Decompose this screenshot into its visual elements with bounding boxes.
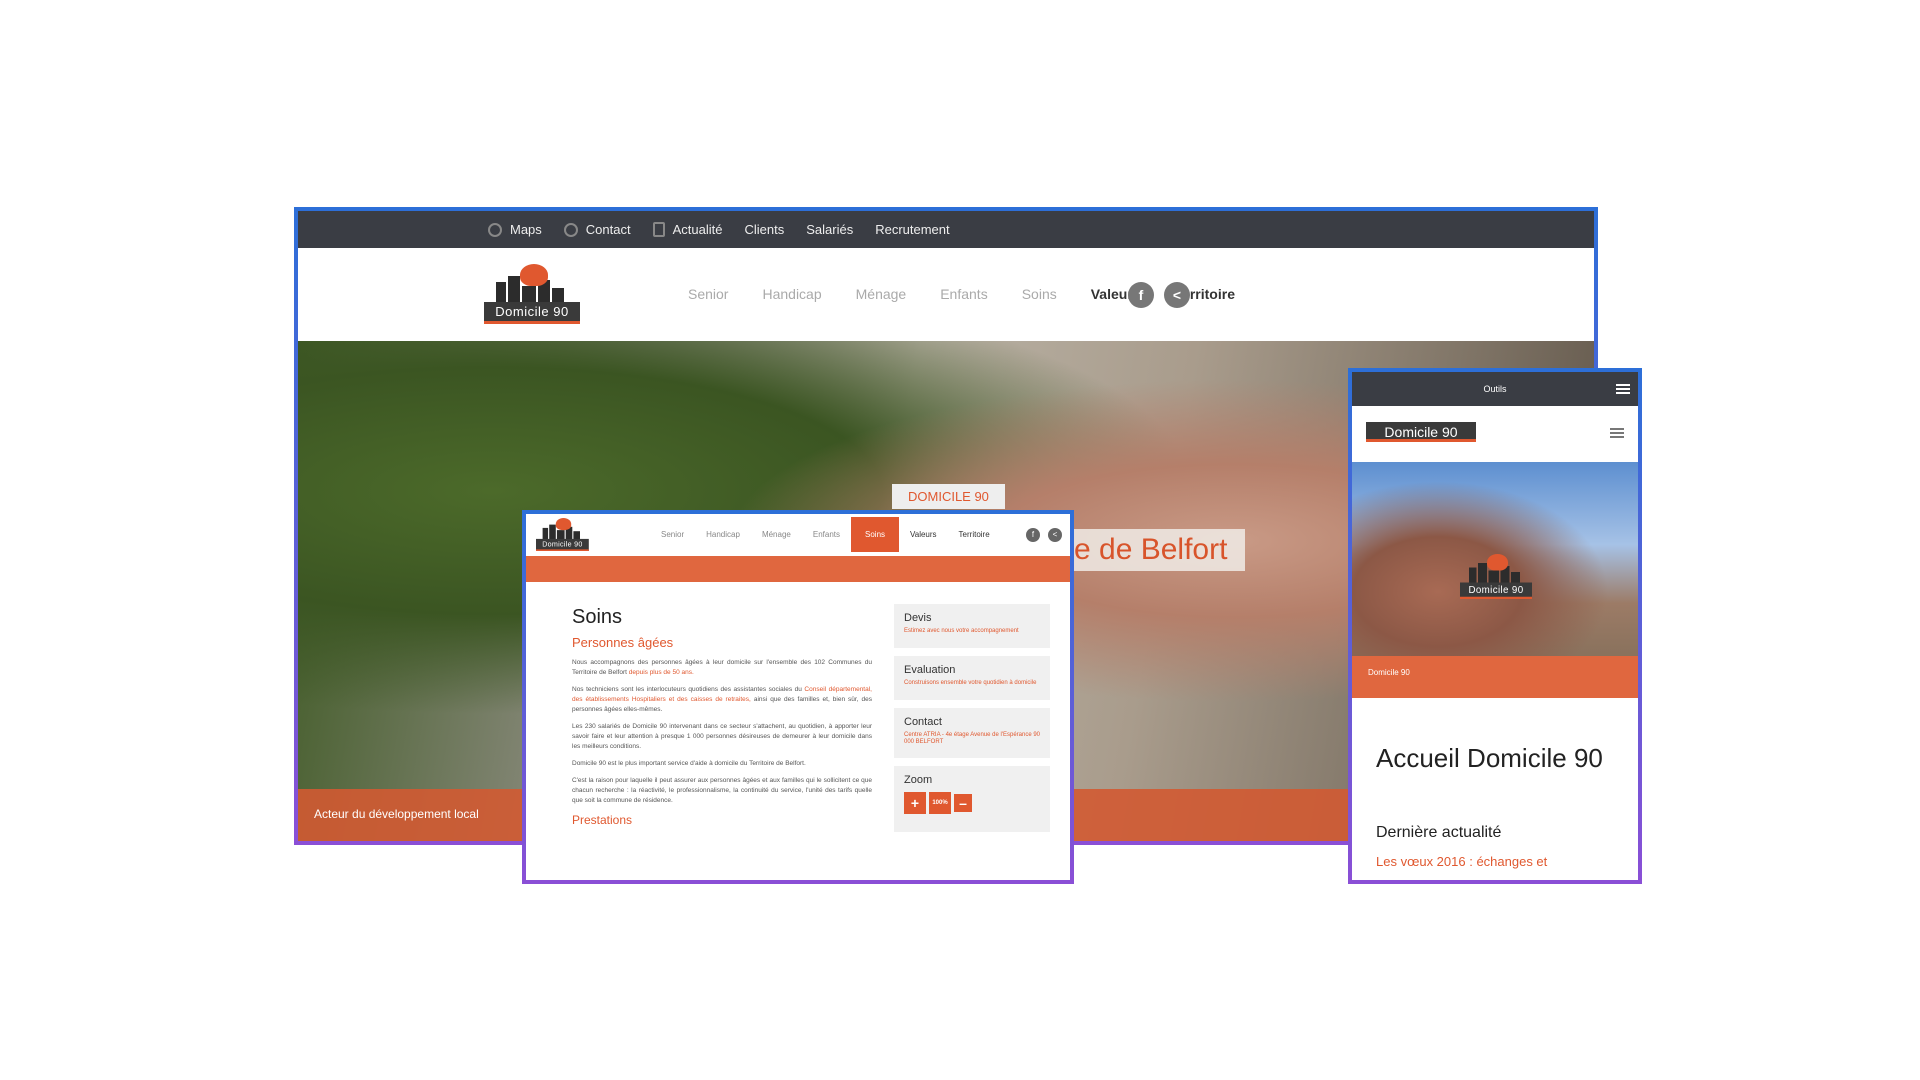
tablet-screenshot: Domicile 90 Senior Handicap Ménage Enfan… bbox=[522, 510, 1074, 884]
tnav-soins[interactable]: Soins bbox=[851, 517, 900, 552]
desktop-main-nav: Domicile 90 Senior Handicap Ménage Enfan… bbox=[298, 248, 1594, 341]
nav-handicap[interactable]: Handicap bbox=[762, 286, 821, 302]
topbar-clients[interactable]: Clients bbox=[744, 222, 784, 237]
hero-tag: DOMICILE 90 bbox=[892, 484, 1005, 509]
facebook-icon[interactable]: f bbox=[1128, 282, 1154, 308]
zoom-out-button[interactable]: – bbox=[954, 794, 972, 812]
paragraph-1: Nous accompagnons des personnes âgées à … bbox=[572, 658, 872, 678]
mobile-topbar: Outils bbox=[1352, 372, 1638, 406]
map-pin-icon bbox=[488, 222, 502, 237]
p1-text: Nous accompagnons des personnes âgées à … bbox=[572, 659, 872, 676]
mobile-news-link[interactable]: Les vœux 2016 : échanges et bbox=[1376, 854, 1547, 869]
logo-text: Domicile 90 bbox=[484, 302, 580, 324]
menu-icon[interactable] bbox=[1616, 384, 1630, 394]
nav-senior[interactable]: Senior bbox=[688, 286, 728, 302]
topbar-salaries[interactable]: Salariés bbox=[806, 222, 853, 237]
chat-icon bbox=[563, 222, 578, 237]
topbar-maps-label: Maps bbox=[510, 222, 542, 237]
topbar-contact-label: Contact bbox=[585, 222, 631, 237]
side-card-contact[interactable]: Contact Centre ATRIA - 4e étage Avenue d… bbox=[894, 708, 1050, 758]
page-title: Soins bbox=[572, 606, 623, 628]
tablet-logo[interactable]: Domicile 90 bbox=[536, 518, 589, 551]
share-icon[interactable]: < bbox=[1164, 282, 1190, 308]
heart-icon bbox=[1487, 554, 1508, 571]
tnav-territoire[interactable]: Territoire bbox=[948, 530, 1001, 552]
facebook-icon[interactable]: f bbox=[1026, 528, 1040, 542]
side-devis-sub: Estimez avec nous votre accompagnement bbox=[904, 628, 1019, 634]
side-evaluation-sub: Construisons ensemble votre quotidien à … bbox=[904, 680, 1037, 686]
mobile-hero-logo: Domicile 90 bbox=[1460, 554, 1532, 599]
tnav-menage[interactable]: Ménage bbox=[751, 530, 802, 552]
mobile-page-title: Accueil Domicile 90 bbox=[1376, 743, 1603, 773]
mobile-screenshot: Outils Domicile 90 Domicile 90 Domicile … bbox=[1348, 368, 1642, 884]
hero-title: re de Belfort bbox=[1058, 529, 1246, 571]
tnav-senior[interactable]: Senior bbox=[650, 530, 695, 552]
desktop-topbar: Maps Contact Actualité Clients Salariés … bbox=[298, 211, 1594, 248]
nav-soins[interactable]: Soins bbox=[1022, 286, 1057, 302]
topbar-contact[interactable]: Contact bbox=[563, 222, 631, 237]
zoom-reset-button[interactable]: 100% bbox=[929, 792, 951, 814]
tablet-logo-text: Domicile 90 bbox=[536, 538, 589, 551]
page-subtitle: Personnes âgées bbox=[572, 635, 674, 650]
paragraph-4: Domicile 90 est le plus important servic… bbox=[572, 760, 806, 767]
mobile-logo[interactable]: Domicile 90 bbox=[1366, 422, 1476, 442]
tablet-nav: Domicile 90 Senior Handicap Ménage Enfan… bbox=[526, 514, 1070, 556]
topbar-actualite-label: Actualité bbox=[672, 222, 723, 237]
side-card-zoom: Zoom +100% – bbox=[894, 766, 1050, 832]
mobile-header: Domicile 90 bbox=[1352, 406, 1638, 462]
side-contact-sub: Centre ATRIA - 4e étage Avenue de l'Espé… bbox=[904, 732, 1041, 745]
topbar-maps[interactable]: Maps bbox=[488, 222, 542, 237]
tnav-enfants[interactable]: Enfants bbox=[802, 530, 851, 552]
side-devis-title: Devis bbox=[904, 612, 932, 624]
paragraph-5: C'est la raison pour laquelle il peut as… bbox=[572, 777, 872, 804]
prestations-heading: Prestations bbox=[572, 813, 633, 827]
hamburger-icon[interactable] bbox=[1610, 428, 1624, 438]
mobile-hero-band: Domicile 90 bbox=[1352, 656, 1638, 698]
tnav-handicap[interactable]: Handicap bbox=[695, 530, 751, 552]
tablet-menu: Senior Handicap Ménage Enfants Soins Val… bbox=[650, 517, 1001, 552]
side-card-evaluation[interactable]: Evaluation Construisons ensemble votre q… bbox=[894, 656, 1050, 700]
heart-icon bbox=[520, 264, 548, 286]
zoom-title: Zoom bbox=[904, 774, 933, 786]
nav-enfants[interactable]: Enfants bbox=[940, 286, 987, 302]
mobile-band-text: Domicile 90 bbox=[1368, 668, 1410, 677]
side-evaluation-title: Evaluation bbox=[904, 664, 956, 676]
side-contact-title: Contact bbox=[904, 716, 942, 728]
paragraph-2: Nos techniciens sont les interlocuteurs … bbox=[572, 685, 872, 715]
tablet-content: Soins Personnes âgées Nous accompagnons … bbox=[572, 606, 872, 827]
nav-menage[interactable]: Ménage bbox=[856, 286, 907, 302]
mobile-hero-logo-text: Domicile 90 bbox=[1460, 582, 1532, 599]
mobile-hero: Domicile 90 Domicile 90 bbox=[1352, 462, 1638, 698]
tablet-band bbox=[526, 556, 1070, 582]
hero-band-text: Acteur du développement local bbox=[314, 807, 479, 821]
p1-highlight: depuis plus de 50 ans. bbox=[628, 669, 694, 676]
topbar-actualite[interactable]: Actualité bbox=[652, 222, 723, 237]
paragraph-3: Les 230 salariés de Domicile 90 interven… bbox=[572, 723, 872, 750]
p2-text: Nos techniciens sont les interlocuteurs … bbox=[572, 686, 802, 693]
heart-icon bbox=[555, 518, 572, 531]
outils-label[interactable]: Outils bbox=[1483, 384, 1506, 394]
zoom-in-button[interactable]: + bbox=[904, 792, 926, 814]
topbar-recrutement[interactable]: Recrutement bbox=[875, 222, 949, 237]
document-icon bbox=[652, 222, 665, 237]
share-icon[interactable]: < bbox=[1048, 528, 1062, 542]
domicile90-logo[interactable]: Domicile 90 bbox=[484, 264, 580, 324]
side-card-devis[interactable]: Devis Estimez avec nous votre accompagne… bbox=[894, 604, 1050, 648]
tnav-valeurs[interactable]: Valeurs bbox=[899, 530, 948, 552]
mobile-subtitle: Dernière actualité bbox=[1376, 824, 1502, 841]
